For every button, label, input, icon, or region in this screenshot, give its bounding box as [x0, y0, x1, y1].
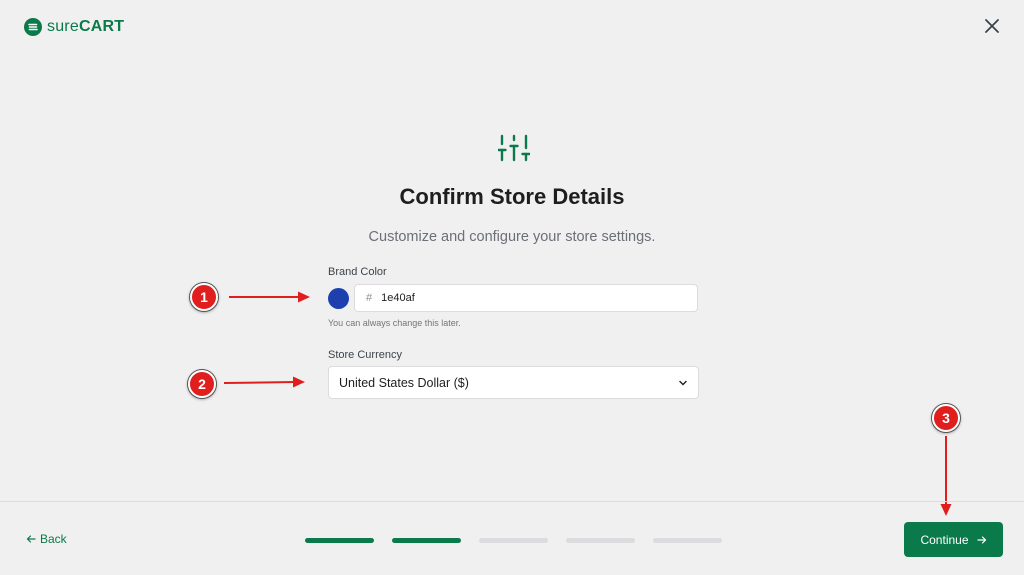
progress-step	[479, 538, 548, 543]
arrow-left-icon	[26, 535, 36, 543]
arrow-right-icon	[976, 535, 986, 544]
progress-step	[305, 538, 374, 543]
footer-divider	[0, 501, 1024, 502]
back-label: Back	[40, 532, 67, 546]
continue-button[interactable]: Continue	[904, 522, 1003, 557]
progress-step	[653, 538, 722, 543]
progress-steps	[305, 538, 722, 543]
continue-label: Continue	[920, 532, 969, 547]
annotation-badge-3: 3	[932, 404, 960, 432]
annotation-arrows	[223, 291, 952, 516]
annotation-badge-1: 1	[190, 283, 218, 311]
progress-step	[392, 538, 461, 543]
annotation-arrowhead-2	[293, 376, 305, 388]
annotation-arrowhead-3	[940, 504, 952, 516]
progress-step	[566, 538, 635, 543]
back-button[interactable]: Back	[26, 532, 67, 546]
annotation-badge-2: 2	[188, 370, 216, 398]
annotation-arrowhead-1	[298, 291, 310, 303]
annotation-arrow-2	[223, 381, 296, 384]
